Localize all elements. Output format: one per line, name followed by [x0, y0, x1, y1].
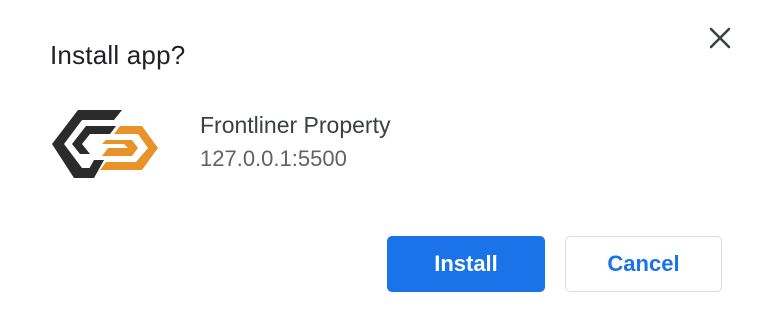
- close-button[interactable]: [700, 18, 740, 58]
- install-button[interactable]: Install: [387, 236, 545, 292]
- close-icon: [709, 27, 731, 49]
- dialog-title: Install app?: [50, 40, 186, 70]
- cancel-button[interactable]: Cancel: [565, 236, 722, 292]
- app-origin: 127.0.0.1:5500: [200, 146, 347, 171]
- install-app-dialog: Install app? Frontliner Property 127.0.0…: [0, 0, 758, 317]
- app-info: Frontliner Property 127.0.0.1:5500: [50, 104, 650, 184]
- frontliner-logo-icon: [52, 110, 158, 178]
- app-name: Frontliner Property: [200, 112, 391, 138]
